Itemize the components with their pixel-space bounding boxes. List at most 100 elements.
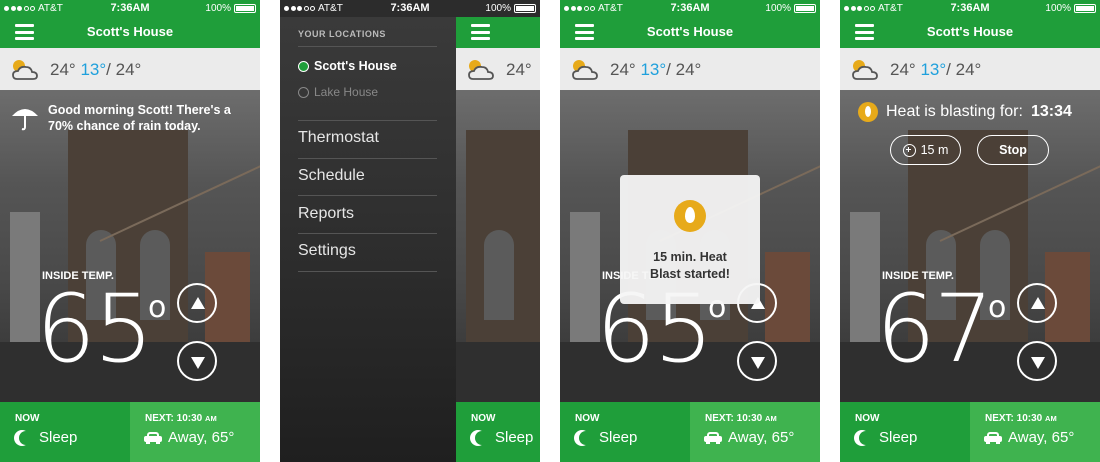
stop-button[interactable]: Stop — [977, 135, 1049, 165]
next-panel[interactable]: NEXT: 10:30 AM Away, 65° — [970, 402, 1100, 462]
location-label: Scott's House — [314, 59, 397, 73]
next-value: Away, 65° — [168, 429, 235, 446]
content-peek[interactable]: 24° NOW Sleep — [456, 0, 540, 462]
now-value: Sleep — [879, 429, 918, 446]
weather-strip: 24° 13°/ 24° — [0, 48, 260, 90]
car-icon — [704, 431, 722, 444]
weather-strip: 24° 13°/ 24° — [560, 48, 820, 90]
inside-temp-value: 67 — [876, 275, 994, 384]
menu-item-thermostat[interactable]: Thermostat — [298, 129, 379, 147]
weather-temps: 24° 13°/ 24° — [890, 60, 981, 80]
next-am: AM — [205, 414, 217, 423]
weather-low: 13° — [640, 60, 667, 79]
battery-icon — [794, 4, 816, 13]
location-title: Scott's House — [86, 24, 174, 39]
weather-temps: 24° 13°/ 24° — [610, 60, 701, 80]
app-header: Scott's House — [840, 17, 1100, 48]
add-15-min-button[interactable]: 15 m — [890, 135, 961, 165]
weather-separator: / — [946, 60, 951, 79]
degree-symbol: o — [988, 290, 1007, 325]
weather-strip: 24° 13°/ 24° — [840, 48, 1100, 90]
greeting-message: Good morning Scott! There's a 70% chance… — [10, 102, 255, 134]
battery-percent: 100% — [765, 3, 791, 14]
partly-cloudy-icon — [852, 60, 878, 80]
next-label: NEXT: 10:30 — [985, 413, 1043, 424]
temp-down-button[interactable] — [1017, 341, 1057, 381]
now-panel[interactable]: NOW Sleep — [560, 402, 690, 462]
schedule-footer: NOW Sleep — [456, 402, 540, 462]
arrow-down-icon — [191, 357, 205, 369]
next-label: NEXT: 10:30 — [145, 413, 203, 424]
moon-icon — [475, 431, 489, 445]
weather-separator: / — [666, 60, 671, 79]
next-am: AM — [1045, 414, 1057, 423]
temp-down-button[interactable] — [177, 341, 217, 381]
app-header: Scott's House — [560, 17, 820, 48]
temp-up-button[interactable] — [177, 283, 217, 323]
flame-icon — [674, 200, 706, 232]
temp-up-button[interactable] — [1017, 283, 1057, 323]
heat-blast-timer: 13:34 — [1030, 103, 1072, 120]
locations-heading: YOUR LOCATIONS — [298, 29, 386, 39]
temp-down-button[interactable] — [737, 341, 777, 381]
location-lake-house[interactable]: Lake House — [298, 85, 378, 99]
umbrella-icon — [12, 109, 38, 131]
status-bar: AT&T 7:36AM 100% — [560, 0, 820, 17]
next-panel[interactable]: NEXT: 10:30 AM Away, 65° — [690, 402, 820, 462]
now-value: Sleep — [599, 429, 638, 446]
weather-current: 24° — [50, 60, 76, 79]
now-panel: NOW Sleep — [456, 402, 540, 462]
menu-item-settings[interactable]: Settings — [298, 242, 356, 260]
arrow-up-icon — [1031, 297, 1045, 309]
next-value: Away, 65° — [728, 429, 795, 446]
moon-icon — [19, 431, 33, 445]
schedule-footer: NOW Sleep NEXT: 10:30 AM Away, 65° — [0, 402, 260, 462]
menu-item-schedule[interactable]: Schedule — [298, 167, 365, 185]
inside-temp-value: 65 — [36, 275, 154, 384]
weather-low: 13° — [80, 60, 107, 79]
divider — [298, 271, 437, 272]
status-bar: AT&T 7:36AM 100% — [840, 0, 1100, 17]
screen-heat-blast-started: AT&T 7:36AM 100% Scott's House 24° 13°/ … — [560, 0, 820, 462]
location-scotts-house[interactable]: Scott's House — [298, 59, 397, 73]
app-header — [456, 17, 540, 48]
screen-menu: AT&T 7:36AM 100% 24° NOW Sleep YOUR LOCA… — [280, 0, 540, 462]
weather-high: 24° — [955, 60, 982, 79]
now-panel[interactable]: NOW Sleep — [840, 402, 970, 462]
add-15-min-label: 15 m — [920, 143, 949, 157]
radio-unselected-icon — [298, 86, 309, 98]
divider — [298, 158, 437, 159]
weather-current: 24° — [610, 60, 636, 79]
battery-icon — [234, 4, 256, 13]
weather-strip: 24° — [456, 48, 540, 90]
radio-selected-icon — [298, 60, 309, 72]
toast-message: 15 min. Heat Blast started! — [620, 249, 760, 283]
next-label: NEXT: 10:30 — [705, 413, 763, 424]
flame-icon — [858, 102, 878, 122]
screen-home: AT&T 7:36AM 100% Scott's House 24° 13°/ … — [0, 0, 260, 462]
location-title: Scott's House — [926, 24, 1014, 39]
divider — [298, 120, 437, 121]
greeting-text: Good morning Scott! There's a 70% chance… — [48, 103, 231, 133]
status-bar: AT&T 7:36AM 100% — [0, 0, 260, 17]
partly-cloudy-icon — [572, 60, 598, 80]
battery-percent: 100% — [1045, 3, 1071, 14]
moon-icon — [859, 431, 873, 445]
location-label: Lake House — [314, 85, 379, 99]
menu-item-reports[interactable]: Reports — [298, 205, 354, 223]
weather-separator: / — [106, 60, 111, 79]
app-header: Scott's House — [0, 17, 260, 48]
arrow-down-icon — [1031, 357, 1045, 369]
next-panel[interactable]: NEXT: 10:30 AM Away, 65° — [130, 402, 260, 462]
now-label: NOW — [15, 413, 40, 424]
now-value: Sleep — [495, 429, 534, 446]
moon-icon — [579, 431, 593, 445]
menu-icon[interactable] — [471, 24, 490, 40]
now-panel[interactable]: NOW Sleep — [0, 402, 130, 462]
screen-heat-blasting: AT&T 7:36AM 100% Scott's House 24° 13°/ … — [840, 0, 1100, 462]
car-icon — [984, 431, 1002, 444]
weather-current: 24° — [506, 60, 532, 79]
toast-line-2: Blast started! — [650, 267, 730, 281]
arrow-down-icon — [751, 357, 765, 369]
schedule-footer: NOW Sleep NEXT: 10:30 AM Away, 65° — [840, 402, 1100, 462]
